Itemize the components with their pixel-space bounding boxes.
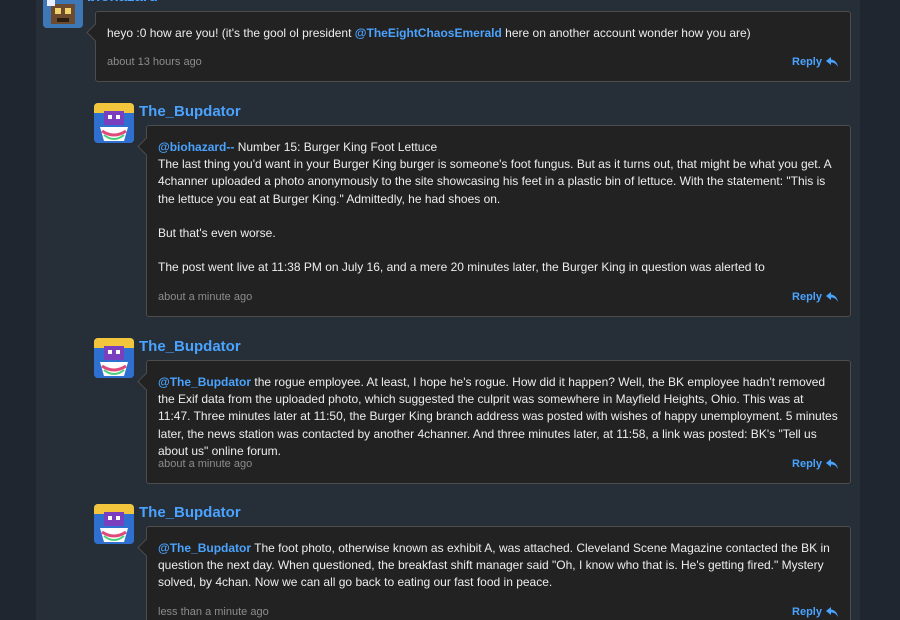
mention-link[interactable]: @biohazard-- (158, 140, 234, 154)
reply-button[interactable]: Reply (792, 458, 838, 470)
comment-body: @The_Bupdator The foot photo, otherwise … (158, 540, 838, 592)
timestamp: about 13 hours ago (107, 56, 202, 68)
timestamp: about a minute ago (158, 291, 253, 303)
reply-label: Reply (792, 606, 822, 618)
comment-body: @biohazard-- Number 15: Burger King Foot… (158, 139, 838, 277)
avatar-bupdator-icon (94, 103, 134, 143)
timestamp: less than a minute ago (158, 606, 269, 618)
comment-text: But that's even worse. (158, 226, 276, 240)
avatar[interactable] (94, 504, 134, 544)
username[interactable]: The_Bupdator (139, 504, 241, 521)
comment-bubble: @biohazard-- Number 15: Burger King Foot… (146, 125, 851, 317)
comment-text: the rogue employee. At least, I hope he'… (158, 375, 838, 458)
comment-text: here on another account wonder how you a… (501, 26, 751, 40)
mention-link[interactable]: @The_Bupdator (158, 375, 251, 389)
reply-button[interactable]: Reply (792, 606, 838, 618)
avatar-bupdator-icon (94, 338, 134, 378)
username[interactable]: biohazard (87, 0, 158, 5)
reply-label: Reply (792, 291, 822, 303)
mention-link[interactable]: @TheEightChaosEmerald (355, 26, 502, 40)
reply-arrow-icon (826, 607, 838, 617)
comment-text: The foot photo, otherwise known as exhib… (158, 541, 830, 590)
comment-text: Number 15: Burger King Foot Lettuce The … (158, 140, 831, 206)
reply-arrow-icon (826, 57, 838, 67)
comment-2: The_Bupdator @biohazard-- Number 15: Bur… (36, 103, 860, 319)
reply-button[interactable]: Reply (792, 56, 838, 68)
avatar[interactable] (94, 103, 134, 143)
username[interactable]: The_Bupdator (139, 338, 241, 355)
avatar-biohazard-icon (43, 0, 83, 28)
avatar-bupdator-icon (94, 504, 134, 544)
avatar[interactable] (43, 0, 83, 28)
timestamp: about a minute ago (158, 458, 253, 470)
comment-text: The post went live at 11:38 PM on July 1… (158, 260, 765, 275)
avatar[interactable] (94, 338, 134, 378)
comment-bubble: @The_Bupdator The foot photo, otherwise … (146, 526, 851, 620)
comment-bubble: heyo :0 how are you! (it's the gool ol p… (95, 11, 851, 82)
reply-label: Reply (792, 458, 822, 470)
comment-3: The_Bupdator @The_Bupdator the rogue emp… (36, 338, 860, 484)
comment-text: heyo :0 how are you! (it's the gool ol p… (107, 26, 355, 40)
comments-column: biohazard heyo :0 how are you! (it's the… (36, 0, 860, 620)
comment-bubble: @The_Bupdator the rogue employee. At lea… (146, 360, 851, 484)
comment-1: biohazard heyo :0 how are you! (it's the… (36, 0, 860, 84)
reply-arrow-icon (826, 459, 838, 469)
comment-body: heyo :0 how are you! (it's the gool ol p… (107, 25, 838, 42)
mention-link[interactable]: @The_Bupdator (158, 541, 251, 555)
reply-label: Reply (792, 56, 822, 68)
reply-button[interactable]: Reply (792, 291, 838, 303)
reply-arrow-icon (826, 292, 838, 302)
comment-4: The_Bupdator @The_Bupdator The foot phot… (36, 504, 860, 620)
username[interactable]: The_Bupdator (139, 103, 241, 120)
comment-body: @The_Bupdator the rogue employee. At lea… (158, 374, 838, 460)
